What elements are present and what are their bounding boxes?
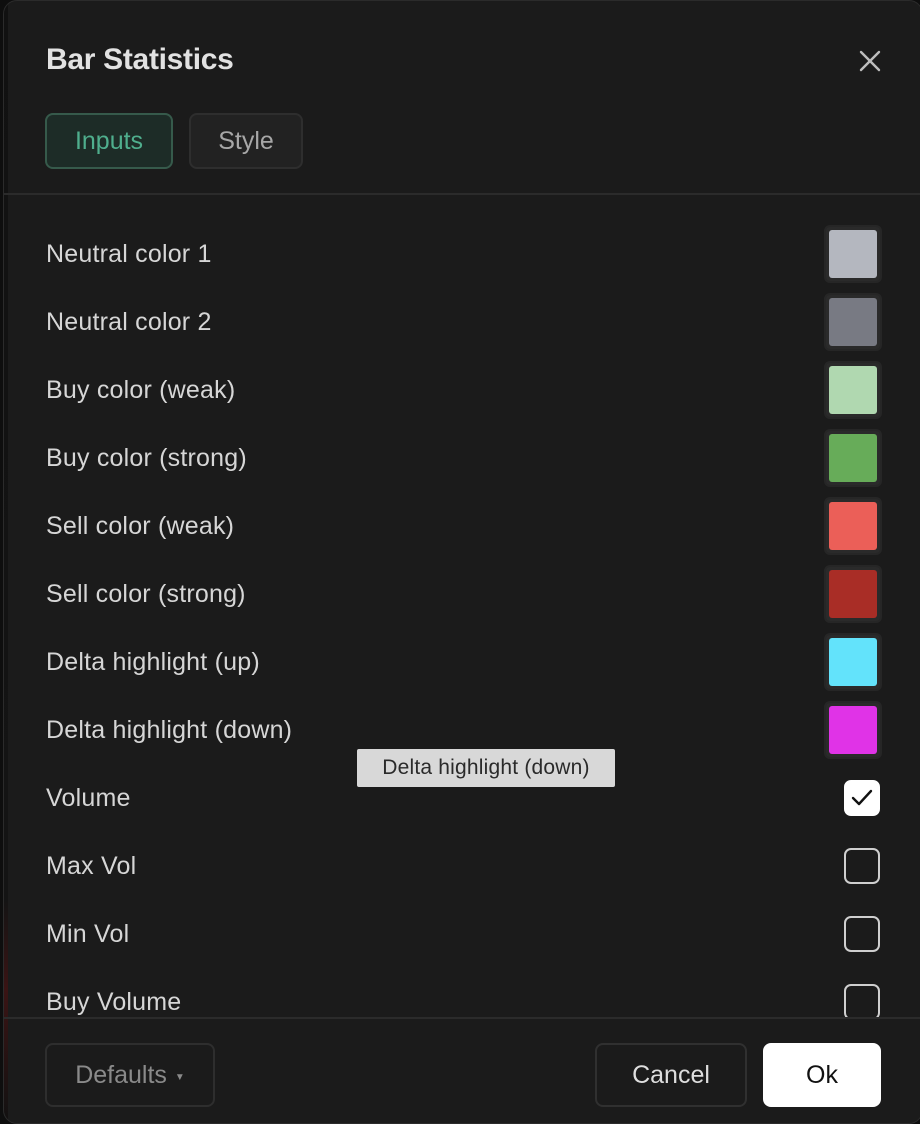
color-picker-delta-highlight-up[interactable]	[824, 633, 882, 691]
color-swatch	[829, 502, 877, 550]
inputs-list[interactable]: Neutral color 1 Neutral color 2 Buy colo…	[4, 195, 920, 1017]
color-swatch	[829, 434, 877, 482]
color-picker-delta-highlight-down[interactable]	[824, 701, 882, 759]
color-swatch	[829, 366, 877, 414]
input-row-max-vol: Max Vol	[4, 832, 920, 900]
volume-checkbox[interactable]	[844, 780, 880, 816]
color-picker-buy-color-strong[interactable]	[824, 429, 882, 487]
input-row-buy-color-weak: Buy color (weak)	[4, 356, 920, 424]
close-icon	[859, 50, 881, 72]
input-row-buy-color-strong: Buy color (strong)	[4, 424, 920, 492]
input-label: Buy Volume	[46, 987, 182, 1016]
footer-divider	[4, 1017, 920, 1019]
tooltip: Delta highlight (down)	[357, 749, 615, 787]
input-label: Volume	[46, 783, 131, 812]
color-swatch	[829, 230, 877, 278]
input-label: Neutral color 2	[46, 307, 212, 336]
input-row-buy-volume: Buy Volume	[4, 968, 920, 1017]
buy-volume-checkbox[interactable]	[844, 984, 880, 1017]
input-row-sell-color-weak: Sell color (weak)	[4, 492, 920, 560]
color-swatch	[829, 706, 877, 754]
input-row-neutral-color-2: Neutral color 2	[4, 288, 920, 356]
color-picker-neutral-color-2[interactable]	[824, 293, 882, 351]
input-row-sell-color-strong: Sell color (strong)	[4, 560, 920, 628]
cancel-button[interactable]: Cancel	[595, 1043, 747, 1107]
input-label: Buy color (strong)	[46, 443, 247, 472]
input-row-delta-highlight-up: Delta highlight (up)	[4, 628, 920, 696]
input-label: Delta highlight (up)	[46, 647, 260, 676]
ok-button[interactable]: Ok	[763, 1043, 881, 1107]
defaults-label: Defaults	[75, 1060, 167, 1089]
input-row-neutral-color-1: Neutral color 1	[4, 220, 920, 288]
tab-inputs[interactable]: Inputs	[45, 113, 173, 169]
input-label: Delta highlight (down)	[46, 715, 293, 744]
color-picker-sell-color-weak[interactable]	[824, 497, 882, 555]
color-picker-sell-color-strong[interactable]	[824, 565, 882, 623]
input-label: Neutral color 1	[46, 239, 212, 268]
caret-down-icon: ▼	[174, 1071, 185, 1083]
color-picker-neutral-color-1[interactable]	[824, 225, 882, 283]
input-label: Sell color (weak)	[46, 511, 235, 540]
tab-style[interactable]: Style	[189, 113, 303, 169]
color-picker-buy-color-weak[interactable]	[824, 361, 882, 419]
check-icon	[851, 789, 873, 806]
input-label: Buy color (weak)	[46, 375, 236, 404]
max-vol-checkbox[interactable]	[844, 848, 880, 884]
min-vol-checkbox[interactable]	[844, 916, 880, 952]
color-swatch	[829, 298, 877, 346]
color-swatch	[829, 570, 877, 618]
input-label: Min Vol	[46, 919, 130, 948]
input-label: Max Vol	[46, 851, 137, 880]
defaults-button[interactable]: Defaults ▼	[45, 1043, 215, 1107]
close-button[interactable]	[854, 45, 886, 77]
color-swatch	[829, 638, 877, 686]
input-label: Sell color (strong)	[46, 579, 246, 608]
input-row-min-vol: Min Vol	[4, 900, 920, 968]
dialog-title: Bar Statistics	[46, 43, 234, 76]
bar-statistics-dialog: Bar Statistics Inputs Style Neutral colo…	[3, 0, 920, 1124]
